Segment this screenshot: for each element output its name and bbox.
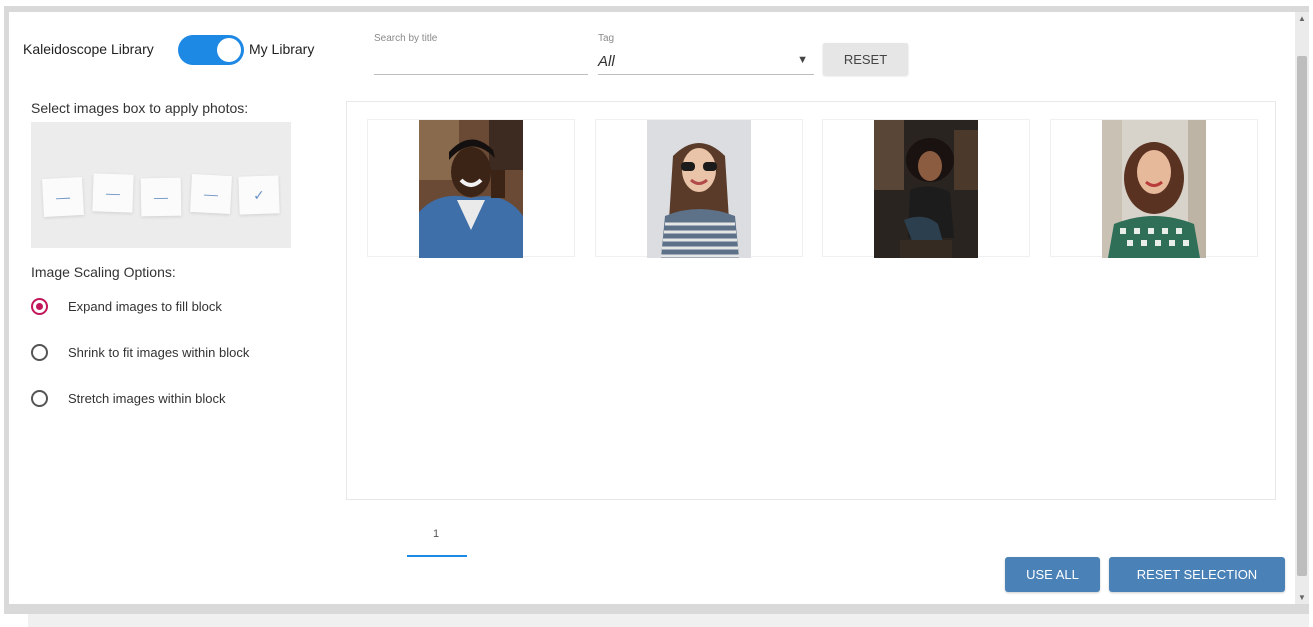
scaling-option-label: Shrink to fit images within block: [68, 345, 250, 360]
photo-woman-curly-hair-sitting[interactable]: [874, 120, 978, 258]
photo-woman-sunglasses-striped-top[interactable]: [647, 120, 751, 258]
search-field-label: Search by title: [374, 33, 438, 44]
image-slot-3[interactable]: —: [140, 177, 182, 217]
bottom-shadow-strip: [28, 614, 1309, 627]
vertical-scrollbar[interactable]: ▲ ▼: [1295, 12, 1309, 604]
scroll-up-arrow-icon[interactable]: ▲: [1298, 14, 1306, 23]
dash-icon: —: [55, 188, 71, 206]
kaleidoscope-library-label: Kaleidoscope Library: [23, 41, 154, 57]
photo-card-4[interactable]: [1050, 119, 1258, 258]
toggle-knob: [217, 38, 241, 62]
tag-select-value: All: [598, 53, 615, 70]
check-icon: ✓: [252, 186, 266, 203]
search-input[interactable]: [374, 50, 588, 75]
radio-button[interactable]: [31, 344, 48, 361]
tag-field-label: Tag: [598, 33, 615, 44]
reset-filters-button[interactable]: RESET: [823, 43, 908, 75]
tag-select[interactable]: All ▼: [598, 50, 814, 75]
scaling-options-heading: Image Scaling Options:: [31, 264, 176, 280]
my-library-label: My Library: [249, 41, 315, 57]
photo-card-2[interactable]: [595, 119, 803, 258]
library-toggle-switch[interactable]: [178, 35, 244, 65]
pagination-active-indicator: [407, 555, 467, 557]
use-all-button[interactable]: USE ALL: [1005, 557, 1100, 592]
radio-button-checked[interactable]: [31, 298, 48, 315]
dash-icon: —: [203, 185, 219, 203]
scaling-option-label: Stretch images within block: [68, 391, 226, 406]
radio-button[interactable]: [31, 390, 48, 407]
image-slot-2[interactable]: —: [92, 173, 134, 213]
select-images-heading: Select images box to apply photos:: [31, 100, 249, 116]
image-slot-1[interactable]: —: [42, 176, 84, 218]
photo-card-1[interactable]: [367, 119, 575, 258]
pagination-page-1[interactable]: 1: [433, 528, 439, 540]
image-layout-box: — — — — ✓: [31, 122, 291, 248]
scaling-option-label: Expand images to fill block: [68, 299, 222, 314]
dash-icon: —: [105, 184, 121, 202]
dash-icon: —: [153, 188, 169, 206]
photo-gallery: [346, 101, 1276, 500]
photo-woman-curly-hair-green-top[interactable]: [1102, 120, 1206, 258]
photo-smiling-man-denim-jacket[interactable]: [419, 120, 523, 258]
chevron-down-icon[interactable]: ▼: [797, 54, 808, 66]
scroll-down-arrow-icon[interactable]: ▼: [1298, 593, 1306, 602]
image-slot-5[interactable]: ✓: [238, 175, 280, 215]
scrollbar-thumb[interactable]: [1297, 56, 1307, 576]
image-slot-4[interactable]: —: [190, 173, 232, 215]
reset-selection-button[interactable]: RESET SELECTION: [1109, 557, 1285, 592]
photo-card-3[interactable]: [822, 119, 1030, 258]
